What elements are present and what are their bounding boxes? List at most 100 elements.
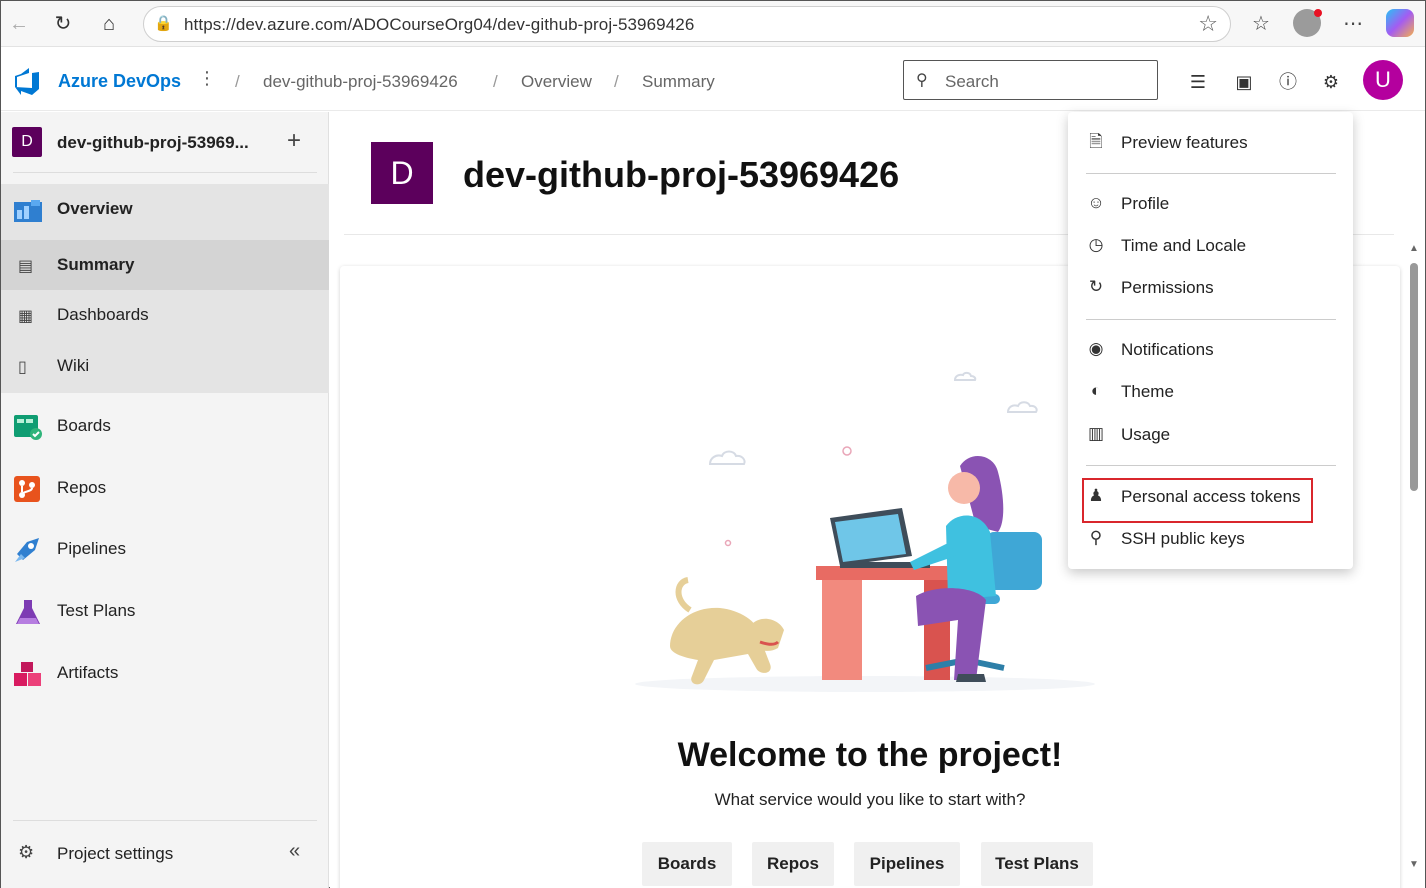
add-icon[interactable]: + — [287, 127, 301, 155]
repos-service-button[interactable]: Repos — [752, 842, 834, 886]
browser-toolbar: ← ↻ ⌂ 🔒 https://dev.azure.com/ADOCourseO… — [1, 1, 1425, 47]
search-icon: ⚲ — [916, 72, 928, 89]
project-badge: D — [371, 142, 433, 204]
more-icon[interactable]: ⋯ — [1338, 10, 1368, 38]
sidebar-item-wiki[interactable]: ▯ Wiki — [1, 341, 329, 393]
sidebar-item-dashboards[interactable]: ▦ Dashboards — [1, 290, 329, 341]
wiki-icon: ▯ — [18, 359, 27, 376]
scroll-thumb[interactable] — [1410, 263, 1418, 491]
search-placeholder: Search — [945, 72, 999, 91]
boards-icon — [14, 415, 42, 440]
pipelines-icon — [15, 538, 39, 562]
sidebar-item-repos[interactable]: Repos — [1, 463, 329, 513]
back-arrow-icon[interactable]: ← — [5, 10, 33, 38]
sidebar-item-summary[interactable]: ▤ Summary — [1, 240, 329, 290]
artifacts-icon — [14, 662, 41, 686]
divider — [13, 172, 317, 173]
welcome-illustration — [635, 371, 1095, 692]
menu-item-label: Permissions — [1121, 278, 1214, 297]
key-icon: ⚲ — [1089, 528, 1103, 547]
help-icon[interactable]: ⓘ — [1275, 70, 1301, 96]
menu-item-label: SSH public keys — [1121, 529, 1245, 548]
sidebar-item-label: Repos — [57, 478, 107, 497]
menu-item-time-and-locale[interactable]: ◷ Time and Locale — [1068, 226, 1353, 266]
more-vertical-icon[interactable]: ⋮ — [198, 68, 216, 89]
breadcrumb-overview[interactable]: Overview — [521, 72, 592, 92]
task-list-icon[interactable]: ☰ — [1185, 70, 1211, 96]
sidebar-item-artifacts[interactable]: Artifacts — [1, 648, 329, 698]
repos-icon — [14, 476, 40, 502]
sidebar-item-label: Pipelines — [57, 539, 126, 558]
menu-item-label: Time and Locale — [1121, 236, 1247, 255]
ado-header: Azure DevOps ⋮ / dev-github-proj-5396942… — [1, 48, 1425, 111]
chart-icon: ▥ — [1087, 424, 1105, 443]
marketplace-icon[interactable]: ▣ — [1231, 70, 1257, 96]
pipelines-service-button[interactable]: Pipelines — [854, 842, 960, 886]
menu-item-preview-features[interactable]: 🗎 Preview features — [1068, 123, 1353, 163]
address-bar[interactable]: 🔒 https://dev.azure.com/ADOCourseOrg04/d… — [143, 6, 1231, 42]
sidebar-item-pipelines[interactable]: Pipelines — [1, 524, 329, 574]
page-title: dev-github-proj-53969426 — [463, 154, 900, 195]
sidebar-item-boards[interactable]: Boards — [1, 401, 329, 451]
sidebar-item-test-plans[interactable]: Test Plans — [1, 586, 329, 636]
project-name[interactable]: dev-github-proj-53969... — [57, 133, 249, 153]
project-badge: D — [12, 127, 42, 157]
brand-name[interactable]: Azure DevOps — [58, 71, 181, 92]
menu-item-profile[interactable]: ☺ Profile — [1068, 184, 1353, 224]
breadcrumb-summary[interactable]: Summary — [642, 72, 715, 92]
welcome-title: Welcome to the project! — [677, 736, 1063, 774]
breadcrumb-project[interactable]: dev-github-proj-53969426 — [263, 72, 458, 92]
sidebar-item-label: Dashboards — [57, 305, 149, 324]
star-icon[interactable]: ☆ — [1198, 11, 1218, 37]
sidebar-item-label: Overview — [57, 199, 133, 218]
profile-icon: ☺ — [1087, 193, 1105, 212]
scrollbar[interactable]: ▲ ▼ — [1407, 241, 1421, 881]
menu-item-notifications[interactable]: ◉ Notifications — [1068, 330, 1353, 370]
boards-service-button[interactable]: Boards — [642, 842, 732, 886]
sidebar-item-label: Boards — [57, 416, 111, 435]
project-settings-label: Project settings — [57, 844, 174, 863]
search-input[interactable]: ⚲ Search — [903, 60, 1158, 100]
sidebar-item-label: Artifacts — [57, 663, 119, 682]
azure-devops-logo-icon[interactable] — [13, 67, 41, 95]
menu-item-usage[interactable]: ▥ Usage — [1068, 415, 1353, 455]
menu-item-label: Preview features — [1121, 133, 1248, 152]
breadcrumb-separator: / — [493, 72, 498, 91]
menu-item-theme[interactable]: ◐ Theme — [1068, 372, 1353, 412]
copilot-icon[interactable] — [1386, 9, 1414, 37]
test-plans-icon — [16, 600, 40, 624]
favorites-icon[interactable]: ☆ — [1246, 10, 1276, 38]
refresh-icon[interactable]: ↻ — [49, 10, 77, 38]
sidebar-item-overview[interactable]: Overview — [1, 184, 329, 240]
sidebar-item-label: Test Plans — [57, 601, 136, 620]
divider — [1086, 465, 1336, 466]
notification-icon: ◉ — [1088, 339, 1104, 358]
lock-icon[interactable]: 🔒 — [154, 14, 173, 32]
user-settings-icon[interactable]: ⚙ — [1318, 70, 1344, 96]
menu-item-label: Profile — [1121, 194, 1170, 213]
test-plans-service-button[interactable]: Test Plans — [981, 842, 1093, 886]
gear-icon: ⚙ — [18, 842, 35, 862]
theme-icon: ◐ — [1090, 381, 1102, 400]
menu-item-ssh-public-keys[interactable]: ⚲ SSH public keys — [1068, 519, 1353, 559]
globe-clock-icon: ◷ — [1088, 235, 1104, 254]
scroll-up-icon[interactable]: ▲ — [1409, 243, 1419, 254]
scroll-down-icon[interactable]: ▼ — [1409, 859, 1419, 870]
sidebar-item-label: Wiki — [57, 356, 90, 375]
menu-item-permissions[interactable]: ↻ Permissions — [1068, 268, 1353, 308]
breadcrumb-separator: / — [235, 72, 240, 91]
collapse-icon[interactable]: « — [289, 840, 300, 863]
overview-icon — [14, 200, 42, 222]
divider — [1086, 173, 1336, 174]
highlight-annotation — [1082, 478, 1313, 523]
sidebar: D dev-github-proj-53969... + Overview ▤ … — [1, 112, 329, 888]
document-icon: 🗎 — [1089, 132, 1103, 151]
welcome-subtitle: What service would you like to start wit… — [714, 790, 1026, 809]
avatar[interactable]: U — [1363, 60, 1403, 100]
menu-item-label: Notifications — [1121, 340, 1214, 359]
menu-item-label: Usage — [1121, 425, 1171, 444]
home-icon[interactable]: ⌂ — [95, 10, 123, 38]
url-text[interactable]: https://dev.azure.com/ADOCourseOrg04/dev… — [184, 15, 694, 35]
project-settings-button[interactable]: ⚙ Project settings « — [1, 834, 329, 874]
project-selector[interactable]: D dev-github-proj-53969... + — [1, 112, 329, 174]
